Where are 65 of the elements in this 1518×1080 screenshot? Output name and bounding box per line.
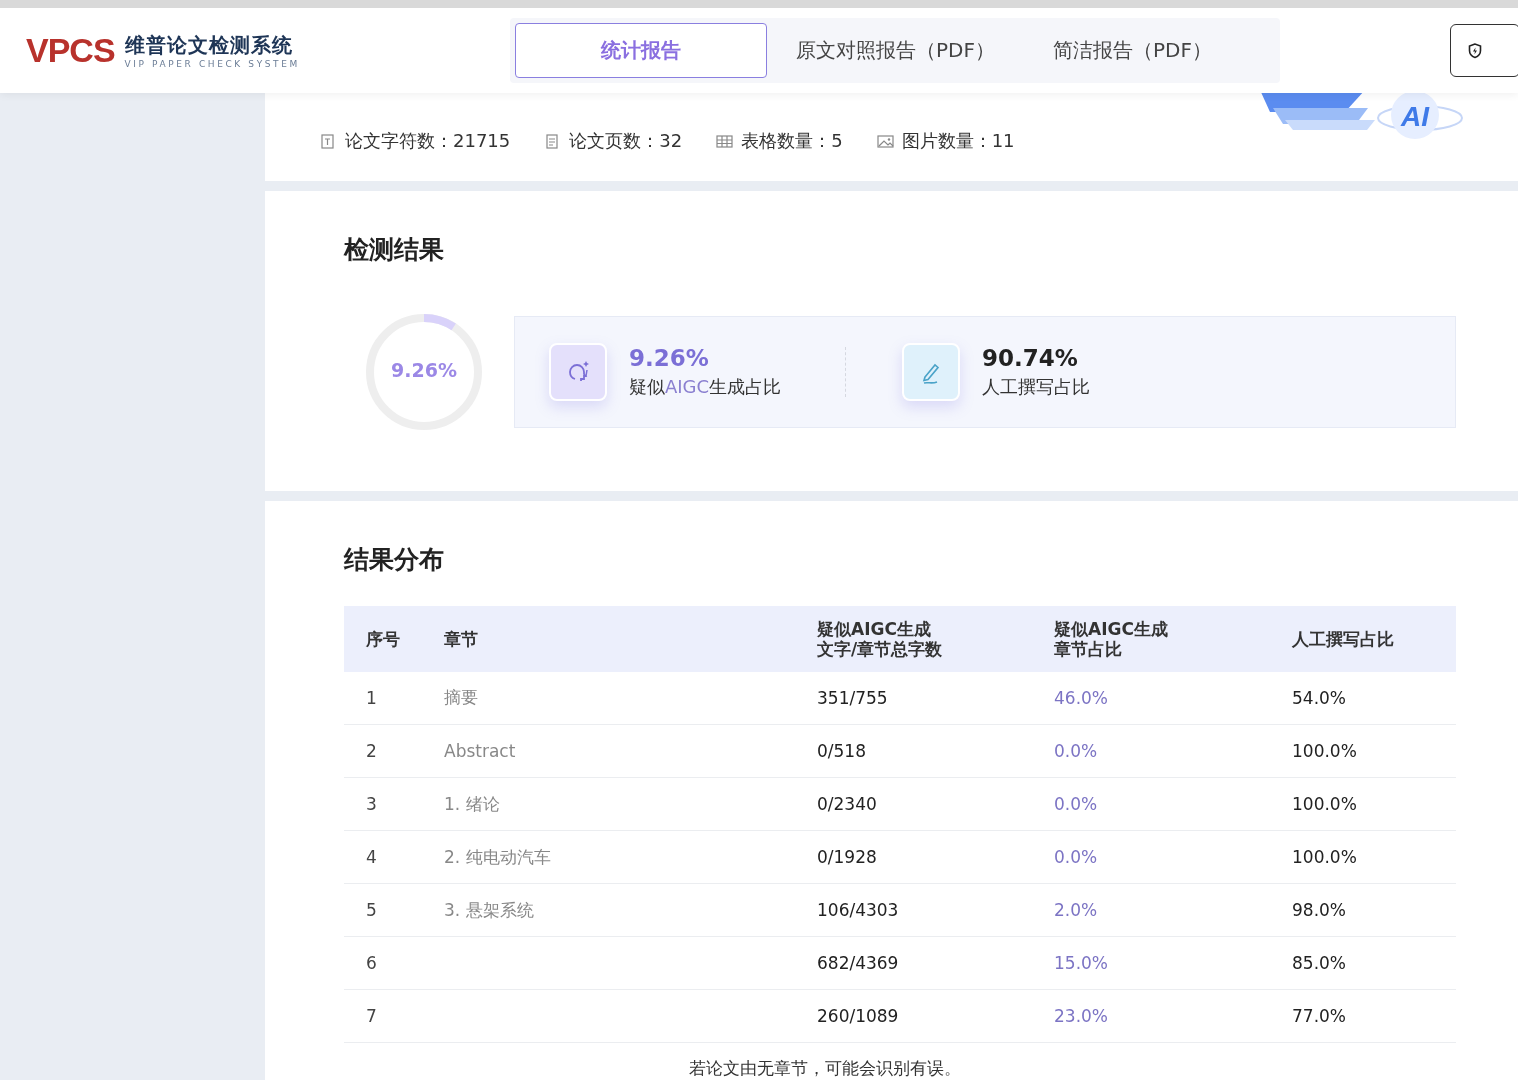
shield-icon: [1467, 42, 1483, 59]
logo-title: 维普论文检测系统: [124, 32, 294, 59]
table-cell: Abstract: [444, 724, 817, 778]
text-document-icon: [320, 132, 337, 150]
table-cell: 7: [344, 989, 444, 1043]
table-cell: 54.0%: [1292, 671, 1456, 725]
stat-text: 图片数量：11: [901, 129, 1015, 154]
table-cell: 3. 悬架系统: [444, 883, 817, 937]
report-tab[interactable]: 统计报告: [515, 23, 767, 78]
stat-text: 论文字符数：21715: [345, 129, 511, 154]
table-cell: 85.0%: [1292, 936, 1456, 990]
metric-label: 人工撰写占比: [982, 375, 1090, 400]
table-cell: 0/1928: [817, 830, 1054, 884]
table-cell: 682/4369: [817, 936, 1054, 990]
column-header: 章节: [444, 628, 478, 649]
head-sparkle-icon: [549, 343, 607, 402]
section-title: 检测结果: [344, 234, 445, 267]
table-cell: 15.0%: [1054, 936, 1292, 990]
column-header: 人工撰写占比: [1292, 628, 1394, 649]
table-cell: 0.0%: [1054, 724, 1292, 778]
logo-mark: VPCS: [26, 31, 115, 70]
donut-value: 9.26%: [390, 359, 458, 382]
image-icon: [876, 132, 894, 150]
table-cell: 351/755: [817, 671, 1054, 725]
table-icon: [716, 132, 734, 150]
report-tab[interactable]: 简洁报告（PDF）: [1023, 23, 1241, 78]
table-cell: 2. 纯电动汽车: [444, 830, 817, 884]
table-cell: 1. 绪论: [444, 777, 817, 831]
table-cell: 260/1089: [817, 989, 1054, 1043]
stat-text: 论文页数：32: [569, 129, 683, 154]
table-cell: 77.0%: [1292, 989, 1456, 1043]
column-header: 章节占比: [1054, 638, 1122, 659]
table-cell: 0/2340: [817, 777, 1054, 831]
note-text: 若论文由无章节，可能会识别有误。: [689, 1057, 962, 1080]
table-cell: 5: [344, 883, 444, 937]
table-cell: 0.0%: [1054, 830, 1292, 884]
table-cell: 2: [344, 724, 444, 778]
table-cell: 2.0%: [1054, 883, 1292, 937]
report-tab[interactable]: 原文对照报告（PDF）: [767, 23, 1024, 78]
table-cell: 6: [344, 936, 444, 990]
table-cell: 0/518: [817, 724, 1054, 778]
logo-subtitle: VIP PAPER CHECK SYSTEM: [124, 59, 300, 69]
table-cell: 46.0%: [1054, 671, 1292, 725]
column-header: 疑似AIGC生成: [1054, 618, 1168, 639]
table-cell: 4: [344, 830, 444, 884]
metric-label: 疑似AIGC生成占比: [629, 375, 782, 400]
section-title: 结果分布: [344, 543, 445, 576]
table-cell: 100.0%: [1292, 777, 1456, 831]
table-cell: 1: [344, 671, 444, 725]
table-cell: 3: [344, 777, 444, 831]
table-cell: 100.0%: [1292, 830, 1456, 884]
table-cell: 106/4303: [817, 883, 1054, 937]
table-cell: 23.0%: [1054, 989, 1292, 1043]
table-cell: 98.0%: [1292, 883, 1456, 937]
column-header: 疑似AIGC生成: [817, 618, 931, 639]
pen-icon: [902, 343, 960, 402]
metric-value: 9.26%: [629, 345, 710, 372]
table-cell: 摘要: [444, 671, 817, 725]
metric-value: 90.74%: [982, 345, 1079, 372]
table-cell: 0.0%: [1054, 777, 1292, 831]
stat-text: 表格数量：5: [741, 129, 843, 154]
table-cell: 100.0%: [1292, 724, 1456, 778]
column-header: 文字/章节总字数: [817, 638, 943, 659]
column-header: 序号: [366, 628, 400, 649]
verify-button[interactable]: [1450, 24, 1518, 77]
